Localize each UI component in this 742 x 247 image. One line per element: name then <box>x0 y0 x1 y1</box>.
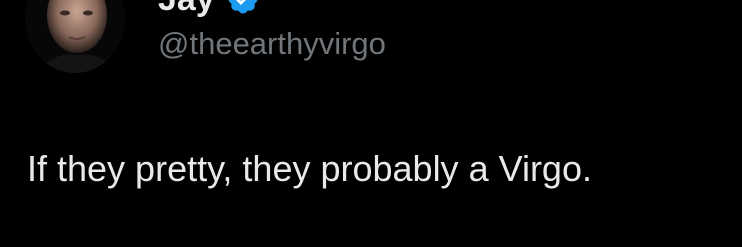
user-handle[interactable]: @theearthyvirgo <box>158 25 386 62</box>
display-name[interactable]: Jay <box>158 0 215 16</box>
avatar-photo-icon <box>25 0 125 73</box>
verified-badge-icon <box>228 0 258 14</box>
avatar[interactable] <box>25 0 125 73</box>
tweet-card: Jay @theearthyvirgo If they pretty, they… <box>0 0 742 247</box>
tweet-text: If they pretty, they probably a Virgo. <box>27 148 592 189</box>
